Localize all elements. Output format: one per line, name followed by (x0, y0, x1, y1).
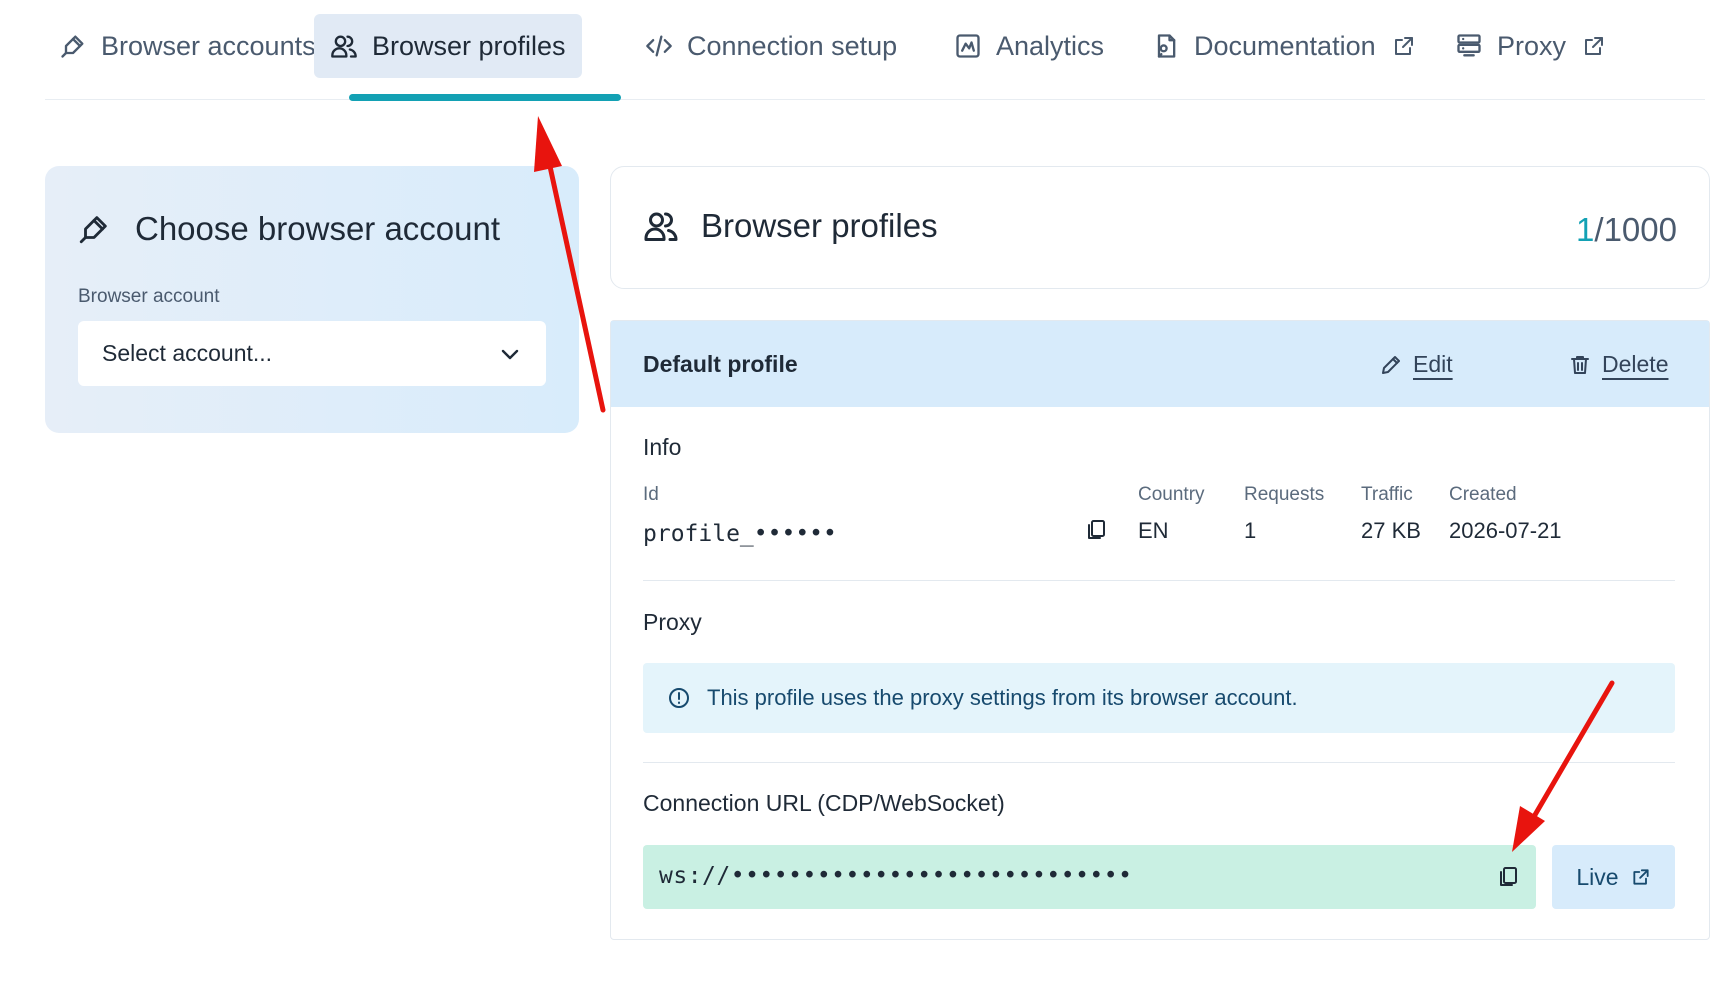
live-label: Live (1576, 863, 1619, 890)
tab-label: Documentation (1194, 30, 1376, 61)
tab-label: Proxy (1497, 30, 1567, 61)
connection-url-value: ws://•••••••••••••••••••••••••••• (659, 863, 1133, 889)
divider (643, 762, 1675, 763)
created-value: 2026-07-21 (1449, 518, 1562, 543)
users-icon (331, 35, 357, 58)
traffic-value: 27 KB (1361, 518, 1421, 543)
divider (643, 580, 1675, 581)
tab-label: Browser accounts (101, 30, 316, 61)
edit-label: Edit (1413, 351, 1453, 377)
active-tab-indicator (349, 94, 621, 101)
profile-card-header: Default profile Edit Delete (611, 321, 1709, 407)
country-label: Country (1138, 484, 1205, 505)
chevron-down-icon (501, 349, 519, 359)
connection-url-title: Connection URL (CDP/WebSocket) (643, 790, 1005, 816)
requests-value: 1 (1244, 518, 1257, 543)
live-button[interactable]: Live (1552, 845, 1675, 909)
copy-url-icon[interactable] (1496, 865, 1520, 889)
profiles-title-text: Browser profiles (701, 207, 938, 244)
tab-label: Connection setup (687, 30, 898, 61)
requests-label: Requests (1244, 484, 1325, 505)
external-link-icon (1633, 869, 1649, 885)
profile-counter: 1/1000 (1576, 211, 1677, 249)
counter-total: /1000 (1594, 211, 1677, 248)
country-value: EN (1138, 518, 1169, 543)
card-title: Choose browser account (77, 210, 500, 248)
profile-card: Default profile Edit Delete Info Id prof… (610, 320, 1710, 940)
code-icon (646, 35, 672, 57)
edit-button[interactable]: Edit (1379, 351, 1453, 378)
tab-label: Analytics (996, 30, 1105, 61)
profiles-header-card: Browser profiles 1/1000 (610, 166, 1710, 289)
tab-browser-profiles[interactable]: Browser profiles (314, 14, 582, 78)
tab-label: Browser profiles (372, 30, 566, 61)
external-link-icon (1585, 37, 1604, 55)
tab-connection-setup[interactable]: Connection setup (645, 14, 897, 78)
id-value: profile_•••••• (643, 521, 837, 547)
top-navigation: Browser accounts Browser profiles Connec… (45, 14, 1705, 101)
created-label: Created (1449, 484, 1517, 505)
connection-url-field[interactable]: ws://•••••••••••••••••••••••••••• (643, 845, 1536, 909)
info-section-title: Info (643, 434, 682, 460)
proxy-section-title: Proxy (643, 609, 702, 635)
tab-analytics[interactable]: Analytics (954, 14, 1104, 78)
tab-documentation[interactable]: Documentation (1152, 14, 1416, 78)
pen-tool-icon (79, 216, 107, 244)
info-circle-icon (669, 688, 689, 708)
browser-account-select[interactable]: Select account... (78, 321, 546, 386)
users-icon (644, 212, 678, 241)
external-link-icon (1394, 37, 1413, 55)
profiles-title: Browser profiles (643, 207, 938, 245)
pencil-icon (1382, 355, 1400, 374)
card-title-text: Choose browser account (135, 210, 501, 247)
select-value: Select account... (102, 340, 273, 366)
document-icon (1157, 34, 1176, 58)
server-icon (1457, 34, 1481, 57)
profile-name: Default profile (643, 351, 798, 377)
trash-icon (1571, 355, 1589, 374)
delete-button[interactable]: Delete (1568, 351, 1668, 378)
id-label: Id (643, 484, 659, 505)
proxy-notice-text: This profile uses the proxy settings fro… (707, 685, 1298, 710)
counter-current: 1 (1576, 211, 1595, 248)
pen-tool-icon (61, 35, 84, 58)
delete-label: Delete (1602, 351, 1669, 377)
browser-account-label: Browser account (78, 286, 220, 307)
tab-proxy[interactable]: Proxy (1455, 14, 1606, 78)
choose-account-card: Choose browser account Browser account S… (45, 166, 579, 433)
proxy-notice: This profile uses the proxy settings fro… (643, 663, 1675, 733)
copy-id-icon[interactable] (1084, 518, 1108, 542)
traffic-label: Traffic (1361, 484, 1413, 505)
tab-browser-accounts[interactable]: Browser accounts (59, 14, 316, 78)
chart-icon (956, 34, 980, 58)
